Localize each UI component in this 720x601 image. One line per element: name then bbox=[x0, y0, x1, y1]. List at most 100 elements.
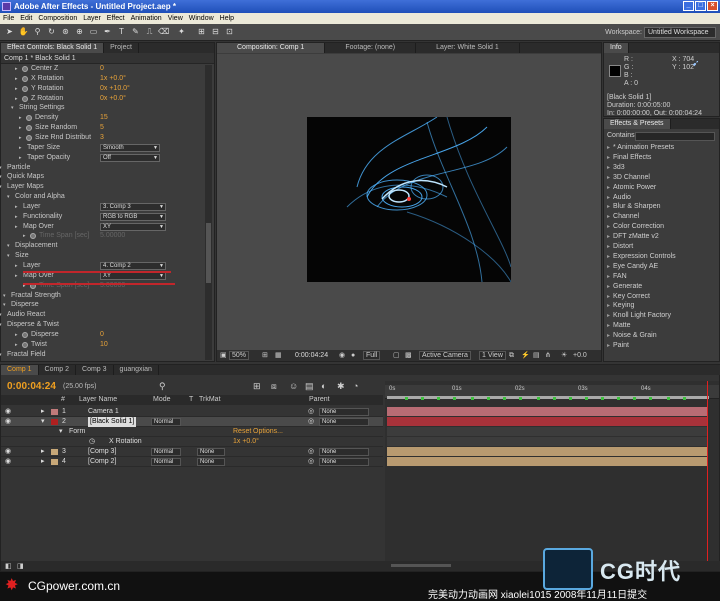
pen-tool-icon[interactable]: ✒ bbox=[102, 26, 113, 38]
expand-triangle-icon[interactable]: ▸ bbox=[15, 222, 18, 232]
keyframe-marker[interactable] bbox=[537, 397, 540, 400]
disclosure-triangle-icon[interactable]: ▾ bbox=[0, 172, 2, 182]
toggle-pixel-icon[interactable]: ⧉ bbox=[509, 350, 514, 361]
scrollbar-thumb[interactable] bbox=[206, 223, 211, 283]
effects-category-item[interactable]: Blur & Sharpen bbox=[607, 202, 715, 212]
effects-category-item[interactable]: Noise & Grain bbox=[607, 331, 715, 341]
property-value[interactable]: 0 bbox=[100, 64, 104, 74]
property-dropdown[interactable]: 4. Comp 2 bbox=[100, 262, 166, 270]
twirl-triangle-icon[interactable]: ▾ bbox=[41, 417, 45, 427]
expand-triangle-icon[interactable]: ▸ bbox=[15, 271, 18, 281]
disclosure-triangle-icon[interactable]: ▾ bbox=[0, 163, 2, 173]
pick-whip-icon[interactable]: ◎ bbox=[308, 457, 314, 467]
track-matte-select[interactable]: None bbox=[197, 458, 225, 466]
always-preview-icon[interactable]: ▣ bbox=[220, 350, 227, 361]
effect-property-row[interactable]: ▸ Disperse 0 bbox=[1, 330, 206, 340]
timeline-layer-row[interactable]: ◉ ▸ 3 [Comp 3] Normal None ◎ None bbox=[1, 447, 383, 457]
property-value[interactable]: 3 bbox=[100, 133, 104, 143]
keyframe-marker[interactable] bbox=[487, 397, 490, 400]
menu-view[interactable]: View bbox=[165, 13, 186, 24]
menu-help[interactable]: Help bbox=[217, 13, 237, 24]
effects-category-item[interactable]: Distort bbox=[607, 242, 715, 252]
blend-mode-select[interactable]: Normal bbox=[151, 458, 181, 466]
snapshot-icon[interactable]: ◉ bbox=[339, 350, 345, 361]
resolution-select[interactable]: Full bbox=[363, 351, 381, 360]
current-time-indicator[interactable] bbox=[707, 381, 708, 571]
options-link[interactable]: Options... bbox=[253, 427, 283, 437]
effects-category-item[interactable]: Channel bbox=[607, 212, 715, 222]
expand-triangle-icon[interactable]: ▸ bbox=[15, 64, 18, 74]
composition-canvas[interactable] bbox=[307, 116, 512, 283]
label-color-swatch[interactable] bbox=[51, 419, 58, 425]
property-value[interactable]: 0 bbox=[100, 330, 104, 340]
effect-property-row[interactable]: ▸ Taper Size Smooth bbox=[1, 143, 206, 153]
tab-info[interactable]: Info bbox=[604, 43, 629, 53]
tab-guangxian[interactable]: guangxian bbox=[114, 365, 159, 375]
property-value[interactable]: 1x +0.0° bbox=[100, 74, 126, 84]
expand-triangle-icon[interactable]: ▸ bbox=[15, 74, 18, 84]
expand-triangle-icon[interactable]: ▸ bbox=[15, 261, 18, 271]
property-value[interactable]: 0x +10.0° bbox=[100, 84, 130, 94]
zoom-slider[interactable] bbox=[391, 564, 451, 567]
contains-search-input[interactable] bbox=[635, 132, 715, 141]
pick-whip-icon[interactable]: ◎ bbox=[308, 407, 314, 417]
mask-rect-icon[interactable]: ▭ bbox=[88, 26, 99, 38]
tab-layer[interactable]: Layer: White Solid 1 bbox=[416, 43, 520, 53]
keyframe-marker[interactable] bbox=[421, 397, 424, 400]
draft-3d-icon[interactable]: ⧈ bbox=[271, 381, 277, 392]
timeline-layer-row[interactable]: ◉ ▸ 1 Camera 1 ◎ None bbox=[1, 407, 383, 417]
reset-link[interactable]: Reset bbox=[233, 427, 251, 437]
tab-project[interactable]: Project bbox=[104, 43, 139, 53]
effect-property-row[interactable]: ▾ Disperse & Twist bbox=[0, 320, 206, 330]
effects-category-item[interactable]: * Animation Presets bbox=[607, 143, 715, 153]
property-value[interactable]: 0x +0.0° bbox=[100, 94, 126, 104]
tab-footage[interactable]: Footage: (none) bbox=[325, 43, 417, 53]
timeline-icon[interactable]: ▤ bbox=[533, 350, 540, 361]
brainstorm-icon[interactable]: ✱ bbox=[337, 381, 345, 392]
col-layer-name[interactable]: Layer Name bbox=[79, 395, 117, 405]
tab-comp-2[interactable]: Comp 2 bbox=[39, 365, 77, 375]
view-axis-icon[interactable]: ⊡ bbox=[224, 26, 235, 38]
expand-triangle-icon[interactable]: ▸ bbox=[19, 113, 22, 123]
layer-duration-bar[interactable] bbox=[387, 447, 707, 456]
effect-property-row[interactable]: ▾ Particle bbox=[0, 163, 206, 173]
search-icon[interactable]: ⚲ bbox=[159, 381, 166, 392]
expand-triangle-icon[interactable]: ▸ bbox=[15, 84, 18, 94]
work-area-bar[interactable] bbox=[387, 396, 709, 399]
disclosure-triangle-icon[interactable]: ▾ bbox=[0, 310, 2, 320]
expand-switches-icon[interactable]: ◧ bbox=[5, 562, 12, 570]
stopwatch-icon[interactable]: ◷ bbox=[89, 437, 95, 447]
effect-property-row[interactable]: ▾ Disperse bbox=[1, 300, 206, 310]
disclosure-triangle-icon[interactable]: ▾ bbox=[7, 192, 10, 202]
effects-category-item[interactable]: Generate bbox=[607, 282, 715, 292]
expand-triangle-icon[interactable]: ▸ bbox=[19, 153, 22, 163]
tab-comp-1[interactable]: Comp 1 bbox=[1, 365, 39, 375]
effect-property-row[interactable]: ▸ Time Span [sec] 5.00000 bbox=[1, 231, 206, 241]
effect-property-row[interactable]: ▾ Quick Maps bbox=[0, 172, 206, 182]
expand-triangle-icon[interactable]: ▸ bbox=[15, 202, 18, 212]
keyframe-marker[interactable] bbox=[503, 397, 506, 400]
effects-category-item[interactable]: Atomic Power bbox=[607, 183, 715, 193]
effects-category-item[interactable]: Key Correct bbox=[607, 292, 715, 302]
keyframe-marker[interactable] bbox=[453, 397, 456, 400]
effect-group-row[interactable]: ▾ Form Reset Options... bbox=[1, 427, 383, 437]
effect-property-row[interactable]: ▸ Layer 4. Comp 2 bbox=[1, 261, 206, 271]
property-dropdown[interactable]: Smooth bbox=[100, 143, 160, 152]
zoom-select[interactable]: 50% bbox=[229, 351, 250, 360]
effect-property-row[interactable]: ▸ Z Rotation 0x +0.0° bbox=[1, 94, 206, 104]
twirl-triangle-icon[interactable]: ▾ bbox=[59, 427, 63, 437]
close-icon[interactable]: × bbox=[707, 1, 718, 11]
effects-category-item[interactable]: Matte bbox=[607, 321, 715, 331]
timeline-layer-row[interactable]: ◉ ▸ 4 [Comp 2] Normal None ◎ None bbox=[1, 457, 383, 467]
stopwatch-icon[interactable] bbox=[22, 95, 28, 102]
stopwatch-icon[interactable] bbox=[22, 85, 28, 92]
visibility-eye-icon[interactable]: ◉ bbox=[5, 417, 11, 427]
tab-effect-controls[interactable]: Effect Controls: Black Solid 1 bbox=[1, 43, 105, 53]
zoom-tool-icon[interactable]: ⚲ bbox=[32, 26, 43, 38]
current-time-display[interactable]: 0:00:04:24 bbox=[295, 350, 328, 361]
keyframe-marker[interactable] bbox=[683, 397, 686, 400]
blend-mode-select[interactable]: Normal bbox=[151, 418, 181, 426]
expand-triangle-icon[interactable]: ▸ bbox=[15, 340, 18, 350]
frame-blending-icon[interactable]: ▤ bbox=[305, 381, 314, 392]
exposure-value[interactable]: +0.0 bbox=[573, 350, 587, 361]
